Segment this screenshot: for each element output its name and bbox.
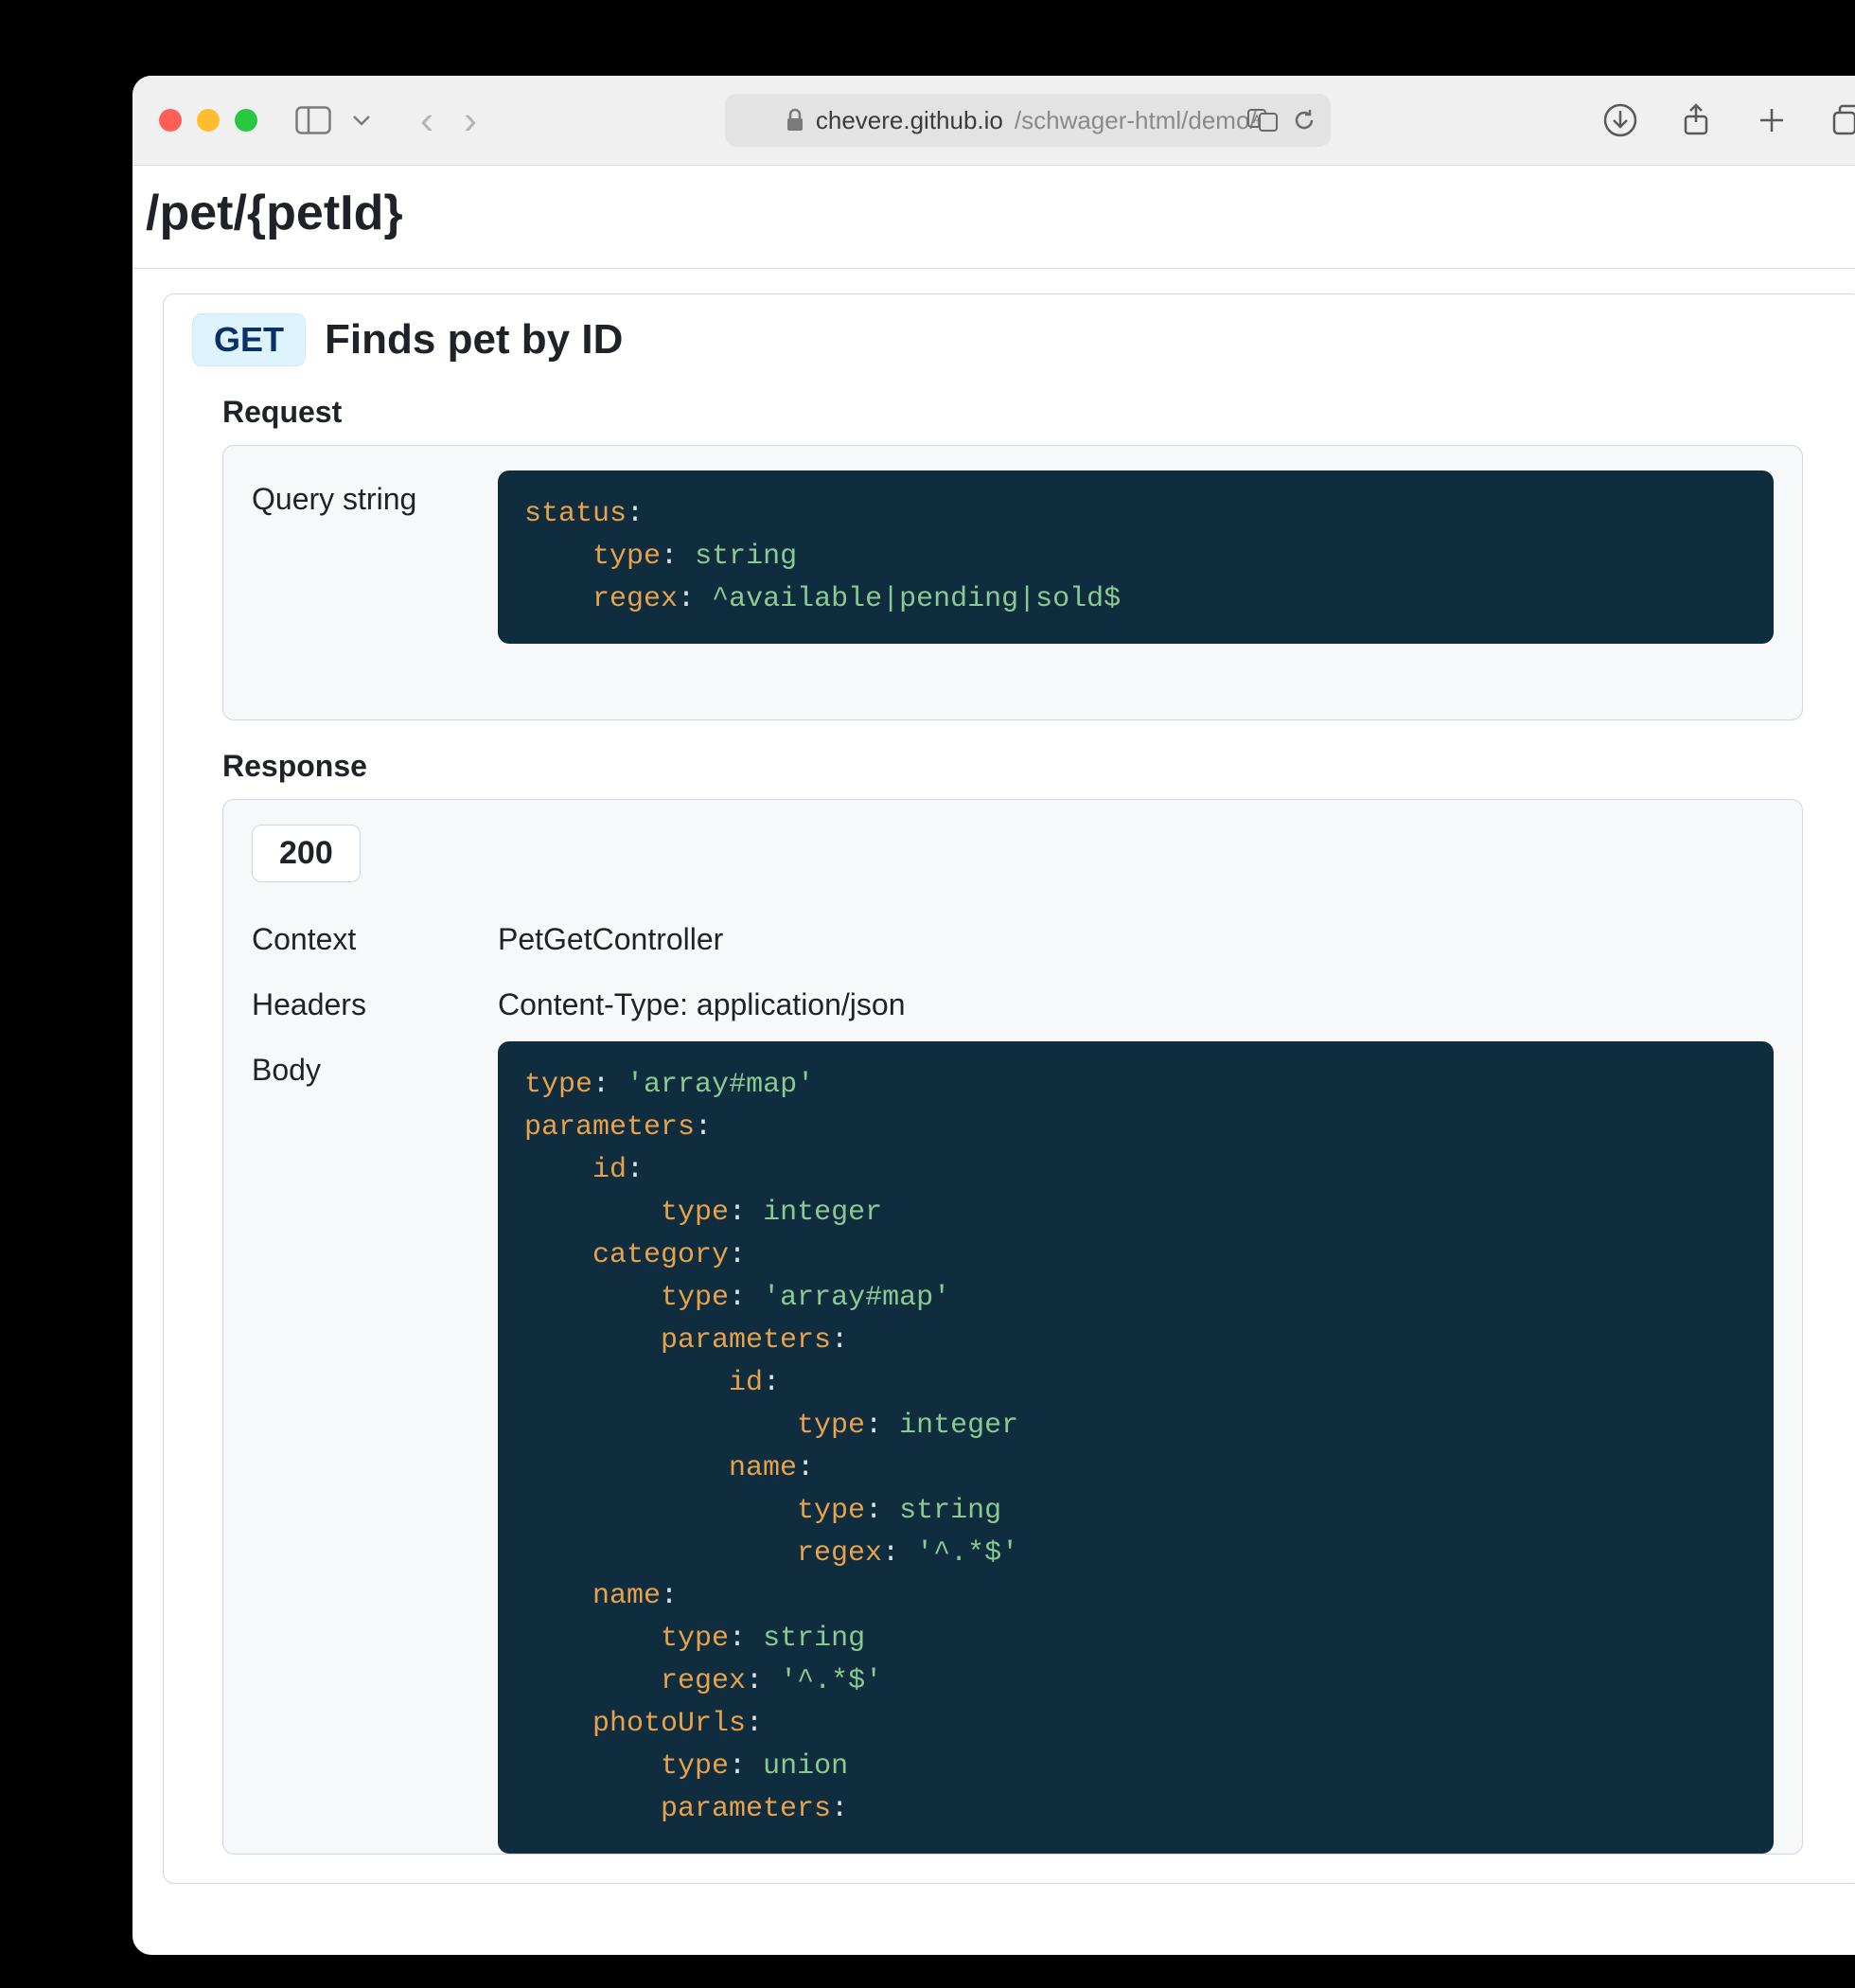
maximize-window-icon[interactable] (235, 109, 257, 132)
url-host: chevere.github.io (816, 106, 1003, 135)
share-icon[interactable] (1677, 101, 1715, 139)
operation-panel: GET Finds pet by ID Request Query string… (163, 293, 1855, 1884)
request-section-label: Request (222, 395, 1833, 430)
body-code: type: 'array#map' parameters: id: type: … (498, 1041, 1774, 1854)
tabs-overview-icon[interactable] (1828, 101, 1855, 139)
endpoint-path-heading: /pet/{petId} (132, 185, 1855, 269)
window-controls (159, 109, 257, 132)
browser-window: ‹ › chevere.github.io/schwager-html/demo… (132, 76, 1855, 1955)
query-string-code: status: type: string regex: ^available|p… (498, 470, 1774, 644)
new-tab-icon[interactable] (1753, 101, 1791, 139)
nav-back-icon[interactable]: ‹ (409, 98, 445, 143)
headers-value: Content-Type: application/json (498, 976, 905, 1022)
response-section-label: Response (222, 749, 1833, 784)
reload-icon[interactable] (1291, 107, 1317, 133)
page-content: /pet/{petId} GET Finds pet by ID Request… (132, 166, 1855, 1884)
titlebar: ‹ › chevere.github.io/schwager-html/demo… (132, 76, 1855, 166)
context-label: Context (252, 911, 498, 957)
headers-label: Headers (252, 976, 498, 1022)
status-code-badge: 200 (252, 825, 361, 882)
body-label: Body (252, 1041, 498, 1088)
url-path: /schwager-html/demo/o (1015, 106, 1270, 135)
svg-text:A: A (1253, 113, 1261, 126)
operation-summary: Finds pet by ID (325, 316, 623, 364)
nav-forward-icon[interactable]: › (452, 98, 488, 143)
lock-icon (786, 108, 804, 133)
sidebar-toggle-icon[interactable] (295, 106, 331, 134)
chevron-down-icon[interactable] (352, 114, 371, 127)
minimize-window-icon[interactable] (197, 109, 220, 132)
address-bar[interactable]: chevere.github.io/schwager-html/demo/o A (725, 94, 1331, 147)
context-value: PetGetController (498, 911, 723, 957)
http-method-badge: GET (192, 313, 306, 366)
translate-icon[interactable]: A (1247, 107, 1278, 133)
query-string-label: Query string (252, 470, 498, 517)
close-window-icon[interactable] (159, 109, 182, 132)
downloads-icon[interactable] (1601, 101, 1639, 139)
request-panel: Query string status: type: string regex:… (222, 445, 1803, 720)
response-panel: 200 Context PetGetController Headers Con… (222, 799, 1803, 1855)
